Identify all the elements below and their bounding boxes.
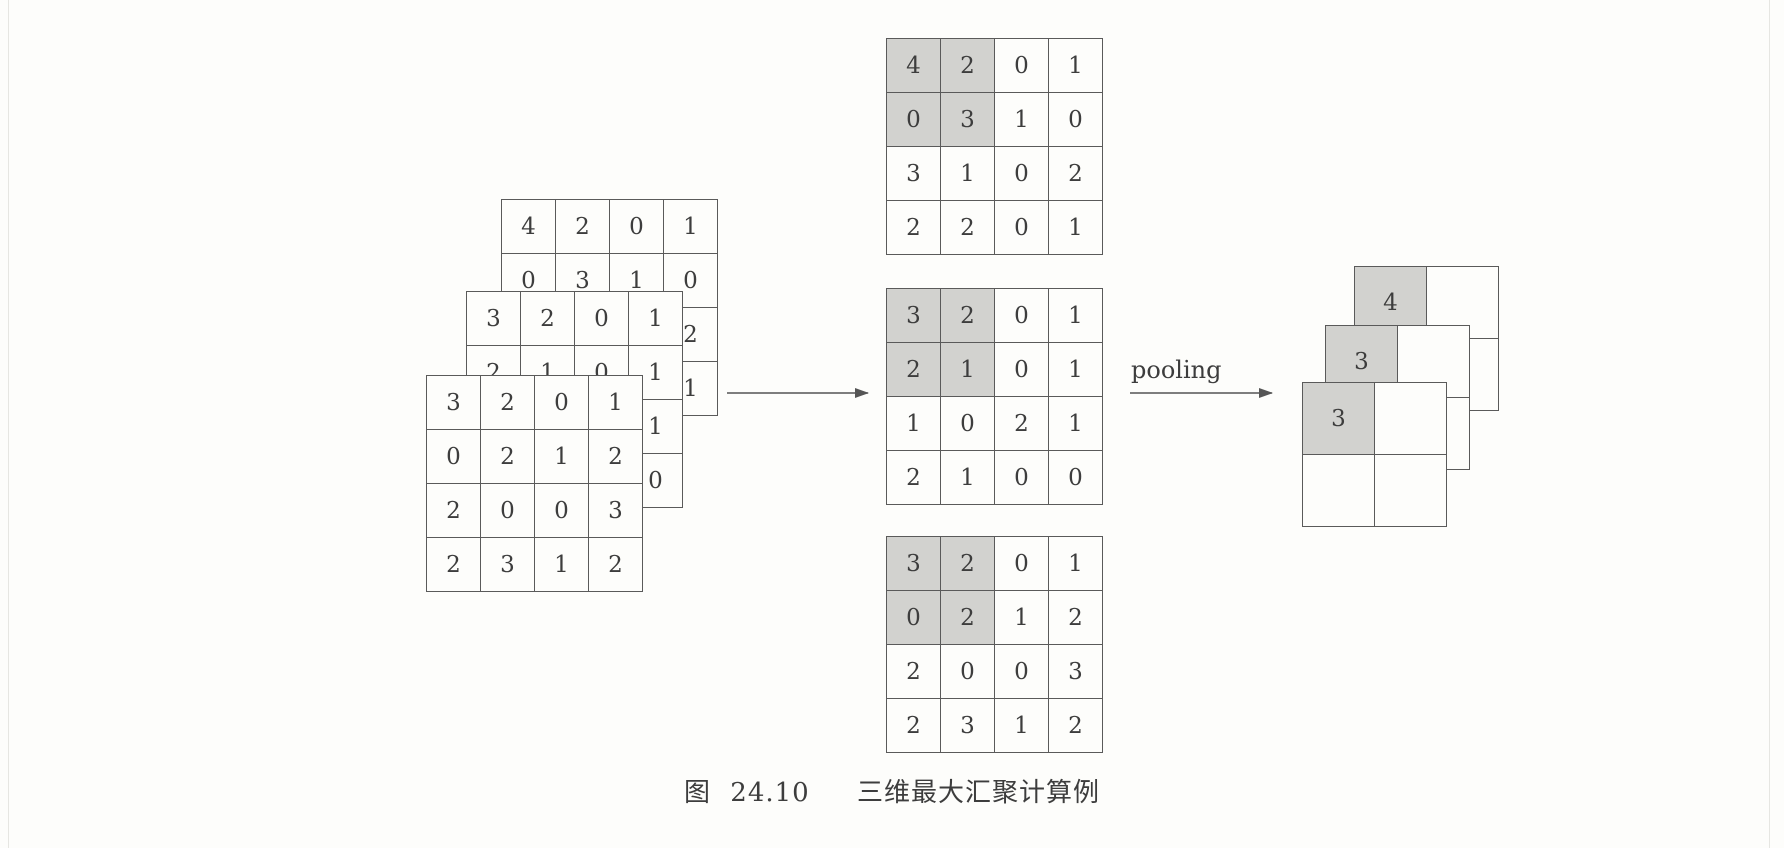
matrix-cell: 1 xyxy=(1049,201,1103,255)
output-matrix-front: 3 xyxy=(1302,382,1447,527)
matrix-cell: 1 xyxy=(995,699,1049,753)
matrix-cell: 1 xyxy=(629,292,683,346)
matrix-cell: 2 xyxy=(887,201,941,255)
matrix-cell: 2 xyxy=(481,430,535,484)
matrix-cell: 3 xyxy=(427,376,481,430)
matrix-cell xyxy=(1375,455,1447,527)
matrix-cell: 0 xyxy=(995,147,1049,201)
matrix-cell: 0 xyxy=(995,343,1049,397)
caption-title: 三维最大汇聚计算例 xyxy=(856,778,1100,808)
matrix-cell: 4 xyxy=(502,200,556,254)
matrix-cell: 2 xyxy=(589,430,643,484)
matrix-cell: 2 xyxy=(521,292,575,346)
matrix-cell: 1 xyxy=(535,430,589,484)
matrix-cell: 0 xyxy=(1049,451,1103,505)
pooling-label: pooling xyxy=(1131,356,1222,384)
figure-caption: 图 24.10 三维最大汇聚计算例 xyxy=(0,772,1784,809)
matrix-cell: 3 xyxy=(481,538,535,592)
slice-matrix-2: 3201210110212100 xyxy=(886,288,1103,505)
matrix-cell: 3 xyxy=(887,537,941,591)
matrix-cell: 3 xyxy=(887,147,941,201)
slice-matrix-3: 3201021220032312 xyxy=(886,536,1103,753)
matrix-cell: 0 xyxy=(481,484,535,538)
matrix-cell: 1 xyxy=(1049,397,1103,451)
matrix-cell: 3 xyxy=(941,93,995,147)
matrix-cell: 4 xyxy=(887,39,941,93)
matrix-cell: 2 xyxy=(887,343,941,397)
matrix-cell: 0 xyxy=(995,451,1049,505)
matrix-cell: 1 xyxy=(589,376,643,430)
matrix-cell: 0 xyxy=(995,537,1049,591)
matrix-cell: 0 xyxy=(995,289,1049,343)
matrix-cell: 2 xyxy=(941,39,995,93)
matrix-cell: 0 xyxy=(887,93,941,147)
matrix-cell: 0 xyxy=(995,201,1049,255)
page-edge-left xyxy=(8,0,9,848)
matrix-cell: 0 xyxy=(941,645,995,699)
matrix-cell xyxy=(1375,383,1447,455)
matrix-cell: 2 xyxy=(427,484,481,538)
matrix-cell: 2 xyxy=(887,451,941,505)
matrix-cell: 2 xyxy=(941,591,995,645)
matrix-cell: 1 xyxy=(941,451,995,505)
matrix-cell: 0 xyxy=(941,397,995,451)
matrix-cell: 2 xyxy=(941,201,995,255)
matrix-cell: 2 xyxy=(941,289,995,343)
matrix-cell: 1 xyxy=(887,397,941,451)
matrix-cell: 2 xyxy=(941,537,995,591)
matrix-cell: 0 xyxy=(887,591,941,645)
matrix-cell: 3 xyxy=(941,699,995,753)
matrix-cell: 1 xyxy=(535,538,589,592)
matrix-cell: 2 xyxy=(1049,591,1103,645)
matrix-cell: 0 xyxy=(995,39,1049,93)
matrix-cell: 2 xyxy=(1049,147,1103,201)
matrix-cell: 2 xyxy=(1049,699,1103,753)
matrix-cell: 2 xyxy=(887,645,941,699)
matrix-cell: 1 xyxy=(995,591,1049,645)
matrix-cell: 0 xyxy=(995,645,1049,699)
matrix-cell: 0 xyxy=(427,430,481,484)
matrix-cell: 2 xyxy=(995,397,1049,451)
matrix-cell: 0 xyxy=(575,292,629,346)
matrix-cell: 2 xyxy=(427,538,481,592)
caption-figure-word: 图 xyxy=(684,778,712,808)
matrix-cell: 1 xyxy=(941,343,995,397)
matrix-cell: 1 xyxy=(1049,289,1103,343)
matrix-cell xyxy=(1303,455,1375,527)
matrix-cell: 1 xyxy=(1049,343,1103,397)
matrix-cell: 0 xyxy=(535,484,589,538)
matrix-cell: 2 xyxy=(481,376,535,430)
matrix-cell: 1 xyxy=(664,200,718,254)
matrix-cell: 1 xyxy=(995,93,1049,147)
matrix-cell: 1 xyxy=(1049,39,1103,93)
matrix-cell: 3 xyxy=(1303,383,1375,455)
matrix-cell: 3 xyxy=(1049,645,1103,699)
matrix-cell: 2 xyxy=(556,200,610,254)
matrix-cell: 3 xyxy=(467,292,521,346)
matrix-cell: 0 xyxy=(610,200,664,254)
caption-figure-number: 24.10 xyxy=(730,778,810,808)
matrix-cell: 2 xyxy=(887,699,941,753)
matrix-cell: 3 xyxy=(887,289,941,343)
slice-matrix-1: 4201031031022201 xyxy=(886,38,1103,255)
matrix-cell: 0 xyxy=(1049,93,1103,147)
matrix-cell: 3 xyxy=(589,484,643,538)
matrix-cell: 1 xyxy=(1049,537,1103,591)
matrix-cell: 2 xyxy=(589,538,643,592)
input-matrix-front: 3201021220032312 xyxy=(426,375,643,592)
matrix-cell: 1 xyxy=(941,147,995,201)
matrix-cell: 0 xyxy=(535,376,589,430)
page-edge-right xyxy=(1769,0,1770,848)
